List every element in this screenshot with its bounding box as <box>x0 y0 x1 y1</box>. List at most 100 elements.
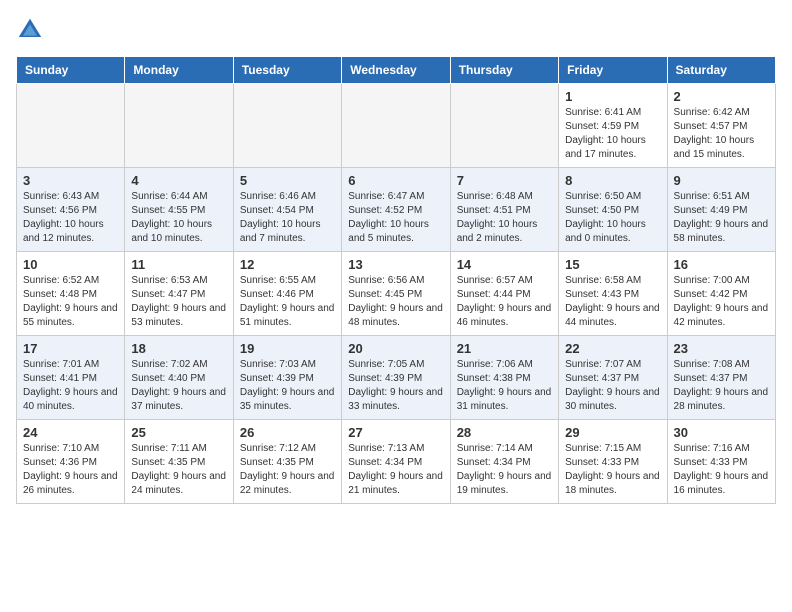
day-number: 16 <box>674 257 769 272</box>
weekday-header: Saturday <box>667 57 775 84</box>
calendar-cell: 20Sunrise: 7:05 AM Sunset: 4:39 PM Dayli… <box>342 336 450 420</box>
weekday-header: Sunday <box>17 57 125 84</box>
weekday-header: Thursday <box>450 57 558 84</box>
calendar-cell: 29 Sunrise: 7:15 AM Sunset: 4:33 PM Dayli… <box>559 420 667 504</box>
day-number: 9 <box>674 173 769 188</box>
calendar-cell: 1 Sunrise: 6:41 AM Sunset: 4:59 PM Daylig… <box>559 84 667 168</box>
day-info: Sunrise: 7:14 AM Sunset: 4:34 PM Dayligh… <box>457 442 552 498</box>
logo <box>16 16 48 44</box>
day-number: 10 <box>23 257 118 272</box>
calendar-cell: 22 Sunrise: 7:07 AM Sunset: 4:37 PM Dayli… <box>559 336 667 420</box>
day-number: 6 <box>348 173 443 188</box>
day-number: 12 <box>240 257 335 272</box>
weekday-header: Friday <box>559 57 667 84</box>
calendar-cell: 7 Sunrise: 6:48 AM Sunset: 4:51 PM Daylig… <box>450 168 558 252</box>
day-info: Sunrise: 6:46 AM Sunset: 4:54 PM Dayligh… <box>240 190 335 246</box>
day-number: 8 <box>565 173 660 188</box>
weekday-header: Monday <box>125 57 233 84</box>
day-info: Sunrise: 7:13 AM Sunset: 4:34 PM Dayligh… <box>348 442 443 498</box>
calendar-cell <box>233 84 341 168</box>
day-info: Sunrise: 7:06 AM Sunset: 4:38 PM Dayligh… <box>457 358 552 414</box>
calendar-cell: 24 Sunrise: 7:10 AM Sunset: 4:36 PM Dayli… <box>17 420 125 504</box>
calendar-cell: 23Sunrise: 7:08 AM Sunset: 4:37 PM Dayli… <box>667 336 775 420</box>
calendar-cell: 27 Sunrise: 7:13 AM Sunset: 4:34 PM Dayli… <box>342 420 450 504</box>
calendar-cell: 15Sunrise: 6:58 AM Sunset: 4:43 PM Dayli… <box>559 252 667 336</box>
day-number: 24 <box>23 425 118 440</box>
day-number: 30 <box>674 425 769 440</box>
calendar-cell: 4 Sunrise: 6:44 AM Sunset: 4:55 PM Daylig… <box>125 168 233 252</box>
day-number: 13 <box>348 257 443 272</box>
day-number: 17 <box>23 341 118 356</box>
day-info: Sunrise: 6:53 AM Sunset: 4:47 PM Dayligh… <box>131 274 226 330</box>
calendar-cell <box>450 84 558 168</box>
day-info: Sunrise: 6:44 AM Sunset: 4:55 PM Dayligh… <box>131 190 226 246</box>
calendar-cell: 12 Sunrise: 6:55 AM Sunset: 4:46 PM Dayli… <box>233 252 341 336</box>
day-info: Sunrise: 6:55 AM Sunset: 4:46 PM Dayligh… <box>240 274 335 330</box>
day-number: 5 <box>240 173 335 188</box>
day-info: Sunrise: 7:12 AM Sunset: 4:35 PM Dayligh… <box>240 442 335 498</box>
day-number: 18 <box>131 341 226 356</box>
calendar-cell <box>342 84 450 168</box>
calendar-cell: 17 Sunrise: 7:01 AM Sunset: 4:41 PM Dayli… <box>17 336 125 420</box>
calendar-cell: 2 Sunrise: 6:42 AM Sunset: 4:57 PM Daylig… <box>667 84 775 168</box>
day-number: 19 <box>240 341 335 356</box>
day-info: Sunrise: 7:02 AM Sunset: 4:40 PM Dayligh… <box>131 358 226 414</box>
day-info: Sunrise: 6:48 AM Sunset: 4:51 PM Dayligh… <box>457 190 552 246</box>
calendar-cell: 6 Sunrise: 6:47 AM Sunset: 4:52 PM Daylig… <box>342 168 450 252</box>
day-number: 1 <box>565 89 660 104</box>
calendar-cell: 5 Sunrise: 6:46 AM Sunset: 4:54 PM Daylig… <box>233 168 341 252</box>
day-number: 27 <box>348 425 443 440</box>
calendar-cell: 21 Sunrise: 7:06 AM Sunset: 4:38 PM Dayli… <box>450 336 558 420</box>
day-number: 7 <box>457 173 552 188</box>
day-number: 21 <box>457 341 552 356</box>
day-info: Sunrise: 6:42 AM Sunset: 4:57 PM Dayligh… <box>674 106 769 162</box>
day-info: Sunrise: 6:41 AM Sunset: 4:59 PM Dayligh… <box>565 106 660 162</box>
calendar-cell: 26 Sunrise: 7:12 AM Sunset: 4:35 PM Dayli… <box>233 420 341 504</box>
day-info: Sunrise: 7:07 AM Sunset: 4:37 PM Dayligh… <box>565 358 660 414</box>
calendar-cell <box>125 84 233 168</box>
day-info: Sunrise: 6:50 AM Sunset: 4:50 PM Dayligh… <box>565 190 660 246</box>
day-info: Sunrise: 6:51 AM Sunset: 4:49 PM Dayligh… <box>674 190 769 246</box>
calendar-cell: 14 Sunrise: 6:57 AM Sunset: 4:44 PM Dayli… <box>450 252 558 336</box>
calendar-cell: 8 Sunrise: 6:50 AM Sunset: 4:50 PM Daylig… <box>559 168 667 252</box>
day-info: Sunrise: 7:01 AM Sunset: 4:41 PM Dayligh… <box>23 358 118 414</box>
calendar: SundayMondayTuesdayWednesdayThursdayFrid… <box>16 56 776 504</box>
day-info: Sunrise: 6:43 AM Sunset: 4:56 PM Dayligh… <box>23 190 118 246</box>
day-number: 2 <box>674 89 769 104</box>
page-header <box>16 16 776 44</box>
calendar-cell: 3 Sunrise: 6:43 AM Sunset: 4:56 PM Daylig… <box>17 168 125 252</box>
calendar-cell: 25 Sunrise: 7:11 AM Sunset: 4:35 PM Dayli… <box>125 420 233 504</box>
day-info: Sunrise: 6:56 AM Sunset: 4:45 PM Dayligh… <box>348 274 443 330</box>
day-number: 11 <box>131 257 226 272</box>
day-number: 29 <box>565 425 660 440</box>
calendar-cell: 28 Sunrise: 7:14 AM Sunset: 4:34 PM Dayli… <box>450 420 558 504</box>
day-number: 28 <box>457 425 552 440</box>
calendar-cell: 30 Sunrise: 7:16 AM Sunset: 4:33 PM Dayli… <box>667 420 775 504</box>
day-number: 3 <box>23 173 118 188</box>
weekday-header: Wednesday <box>342 57 450 84</box>
calendar-cell: 11 Sunrise: 6:53 AM Sunset: 4:47 PM Dayli… <box>125 252 233 336</box>
day-number: 20 <box>348 341 443 356</box>
day-number: 23 <box>674 341 769 356</box>
calendar-cell: 9 Sunrise: 6:51 AM Sunset: 4:49 PM Daylig… <box>667 168 775 252</box>
day-number: 25 <box>131 425 226 440</box>
day-number: 15 <box>565 257 660 272</box>
day-info: Sunrise: 6:47 AM Sunset: 4:52 PM Dayligh… <box>348 190 443 246</box>
day-number: 4 <box>131 173 226 188</box>
calendar-cell: 19 Sunrise: 7:03 AM Sunset: 4:39 PM Dayli… <box>233 336 341 420</box>
day-info: Sunrise: 7:16 AM Sunset: 4:33 PM Dayligh… <box>674 442 769 498</box>
day-info: Sunrise: 6:57 AM Sunset: 4:44 PM Dayligh… <box>457 274 552 330</box>
calendar-cell: 10Sunrise: 6:52 AM Sunset: 4:48 PM Dayli… <box>17 252 125 336</box>
day-info: Sunrise: 7:10 AM Sunset: 4:36 PM Dayligh… <box>23 442 118 498</box>
calendar-cell: 13 Sunrise: 6:56 AM Sunset: 4:45 PM Dayli… <box>342 252 450 336</box>
day-info: Sunrise: 7:11 AM Sunset: 4:35 PM Dayligh… <box>131 442 226 498</box>
calendar-cell: 16Sunrise: 7:00 AM Sunset: 4:42 PM Dayli… <box>667 252 775 336</box>
day-info: Sunrise: 7:03 AM Sunset: 4:39 PM Dayligh… <box>240 358 335 414</box>
day-info: Sunrise: 7:15 AM Sunset: 4:33 PM Dayligh… <box>565 442 660 498</box>
logo-icon <box>16 16 44 44</box>
day-number: 14 <box>457 257 552 272</box>
weekday-header: Tuesday <box>233 57 341 84</box>
calendar-cell: 18 Sunrise: 7:02 AM Sunset: 4:40 PM Dayli… <box>125 336 233 420</box>
day-number: 26 <box>240 425 335 440</box>
day-number: 22 <box>565 341 660 356</box>
